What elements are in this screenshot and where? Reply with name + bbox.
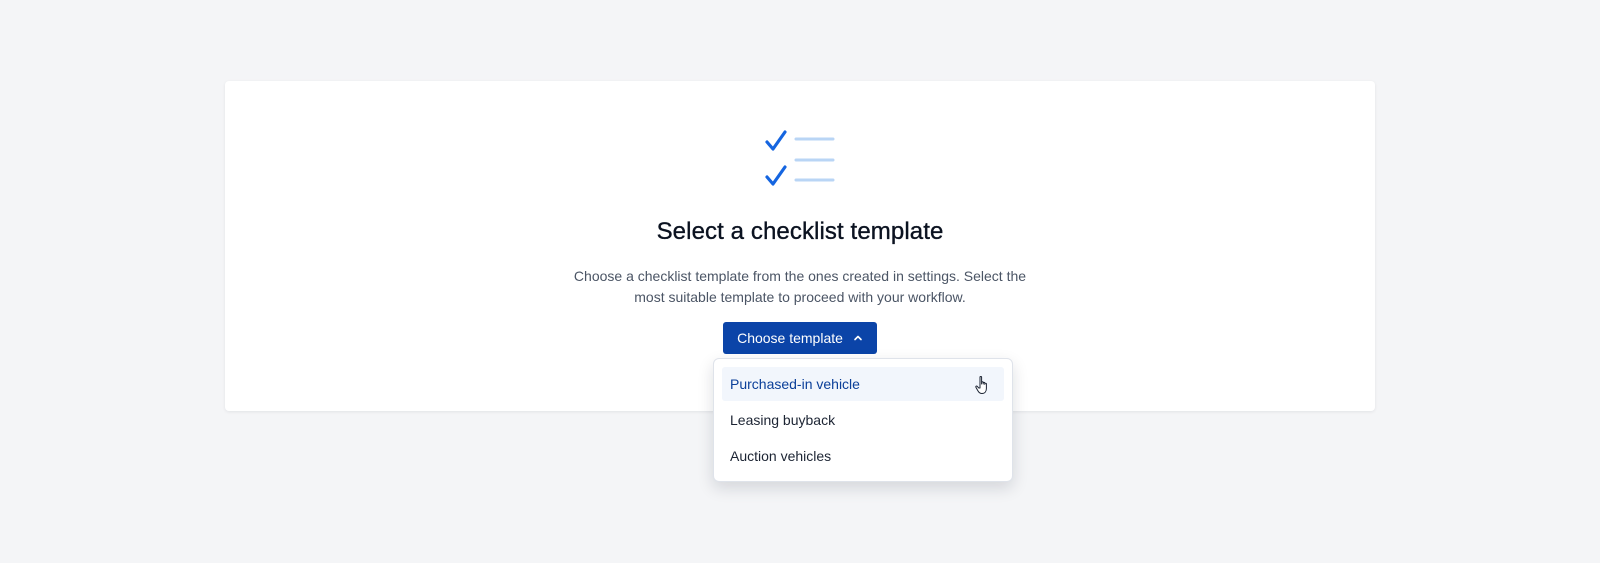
chevron-up-icon <box>854 335 862 341</box>
hand-pointer-cursor-icon <box>975 376 987 394</box>
checklist-icon <box>765 130 835 186</box>
dropdown-option-label: Purchased-in vehicle <box>730 376 860 392</box>
empty-state-description: Choose a checklist template from the one… <box>573 268 1027 305</box>
dropdown-option-leasing-buyback[interactable]: Leasing buyback <box>722 403 1004 437</box>
dropdown-option-label: Leasing buyback <box>730 412 836 428</box>
dropdown-option-auction-vehicles[interactable]: Auction vehicles <box>722 439 1004 473</box>
dropdown-option-purchased-in-vehicle[interactable]: Purchased-in vehicle <box>722 367 1004 401</box>
template-dropdown-menu: Purchased-in vehicle Leasing buyback Auc… <box>713 358 1013 482</box>
choose-template-button[interactable]: Choose template <box>723 322 877 354</box>
page: Select a checklist template Choose a che… <box>0 0 1600 563</box>
choose-template-label: Choose template <box>737 330 843 346</box>
dropdown-option-label: Auction vehicles <box>730 448 832 464</box>
empty-state-title: Select a checklist template <box>656 218 944 245</box>
